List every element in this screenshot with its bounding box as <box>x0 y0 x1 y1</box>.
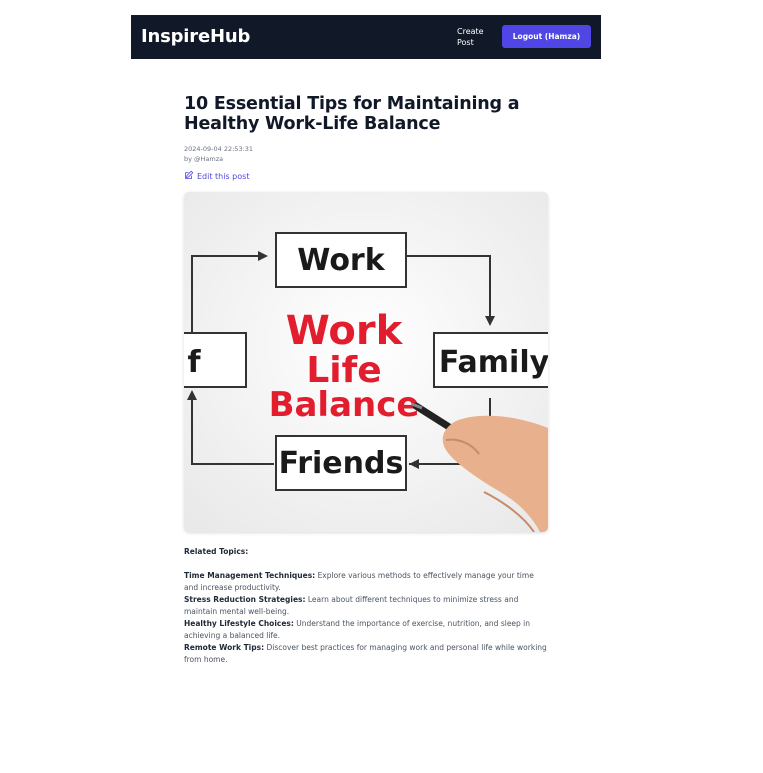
topic-item: Time Management Techniques: Explore vari… <box>184 570 550 594</box>
edit-post-link[interactable]: Edit this post <box>184 170 550 182</box>
topic-name: Stress Reduction Strategies: <box>184 595 306 604</box>
box-work-text: Work <box>297 243 385 278</box>
box-family-text: Family <box>439 345 548 380</box>
related-topics-heading: Related Topics: <box>184 547 249 556</box>
post-author: by @Hamza <box>184 155 224 163</box>
topic-item: Remote Work Tips: Discover best practice… <box>184 642 550 666</box>
post-date: 2024-09-04 22:53:31 <box>184 145 254 153</box>
center-text-balance: Balance <box>269 385 420 425</box>
work-life-balance-illustration: Work f Family Friends Work Life Balance <box>184 192 548 532</box>
post-image: Work f Family Friends Work Life Balance <box>184 192 548 532</box>
brand-logo[interactable]: InspireHub <box>141 26 250 47</box>
post-meta: 2024-09-04 22:53:31 by @Hamza <box>184 144 550 164</box>
center-text-work: Work <box>286 308 404 354</box>
box-friends-text: Friends <box>279 446 404 481</box>
pencil-square-icon <box>184 170 194 182</box>
topic-name: Healthy Lifestyle Choices: <box>184 619 294 628</box>
box-self-text: f <box>187 345 201 380</box>
post-article: 10 Essential Tips for Maintaining a Heal… <box>184 94 550 666</box>
topic-name: Time Management Techniques: <box>184 571 316 580</box>
logout-button[interactable]: Logout (Hamza) <box>502 25 591 48</box>
topic-item: Healthy Lifestyle Choices: Understand th… <box>184 618 550 642</box>
post-content: Related Topics: Time Management Techniqu… <box>184 546 550 666</box>
create-post-link[interactable]: Create Post <box>457 26 493 48</box>
topic-item: Stress Reduction Strategies: Learn about… <box>184 594 550 618</box>
topic-name: Remote Work Tips: <box>184 643 265 652</box>
post-title: 10 Essential Tips for Maintaining a Heal… <box>184 94 520 134</box>
edit-post-label: Edit this post <box>197 171 250 181</box>
navbar: InspireHub Create Post Logout (Hamza) <box>131 15 601 59</box>
